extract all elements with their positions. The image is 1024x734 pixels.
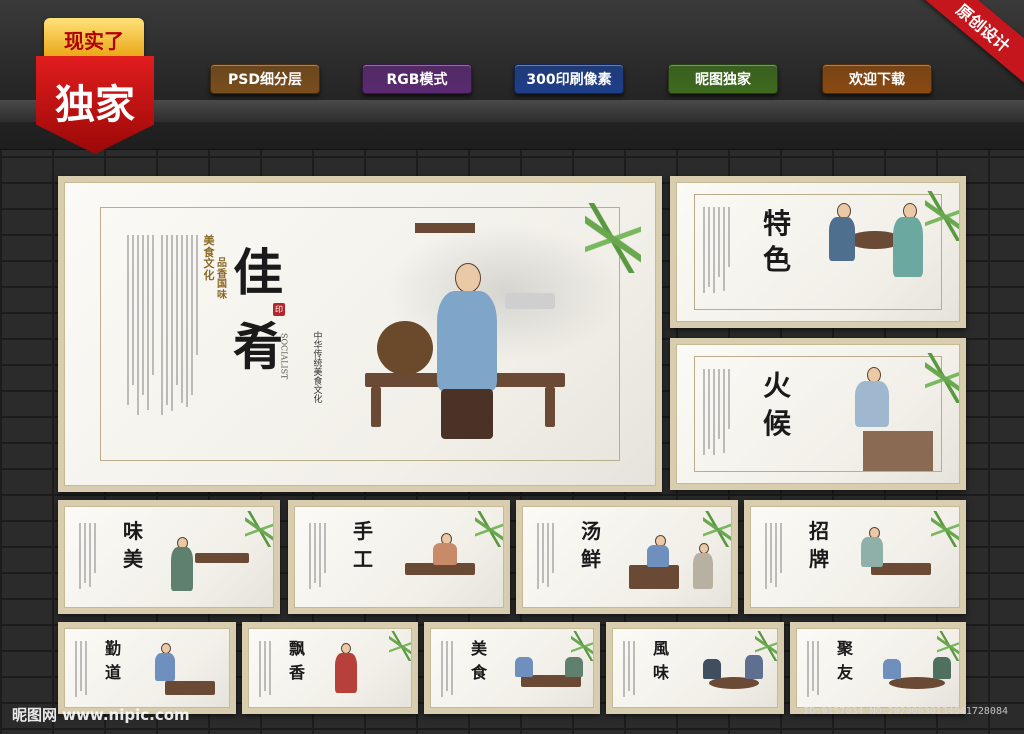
panel-huohou: 火 候 <box>670 338 966 490</box>
panel-juyou: 聚 友 <box>790 622 966 714</box>
title-mei: 美 <box>471 639 488 658</box>
bamboo-leaves <box>585 203 641 273</box>
figure-body <box>693 553 713 589</box>
panel-zhaopai: 招 牌 <box>744 500 966 614</box>
figure-body <box>745 655 763 679</box>
cook-body <box>855 381 889 427</box>
title-shou: 手 <box>353 519 373 543</box>
title-wei: 味 <box>123 519 143 543</box>
title-zhao: 招 <box>809 519 829 543</box>
title-piao: 飘 <box>289 639 306 658</box>
image-id: ID:9157034 NO:20200830134641728084 <box>803 706 1008 717</box>
figure-body <box>893 217 923 277</box>
body-text-block <box>765 523 782 593</box>
waiter-head <box>455 263 481 293</box>
panel-weimei: 味 美 <box>58 500 280 614</box>
panel-piaoxiang: 飘 香 <box>242 622 418 714</box>
teacups <box>505 293 555 309</box>
panel-tese: 特 色 <box>670 176 966 328</box>
figure-body <box>861 537 883 567</box>
panel-tangxian: 汤 鲜 <box>516 500 738 614</box>
title-tang: 汤 <box>581 519 601 543</box>
body-text-block <box>75 641 87 701</box>
body-text-block <box>703 369 730 459</box>
body-text-block <box>537 523 554 593</box>
tag-psd: PSD细分层 <box>210 64 320 94</box>
bamboo-leaves <box>925 353 959 403</box>
figure-body <box>171 547 193 591</box>
body-text-block <box>441 641 453 701</box>
table <box>195 553 249 563</box>
title-ju: 聚 <box>837 639 854 658</box>
tag-download: 欢迎下载 <box>822 64 932 94</box>
body-text-block <box>623 641 635 701</box>
table-leg <box>545 387 555 427</box>
title-yao: 肴 <box>233 317 283 376</box>
table <box>165 681 215 695</box>
badge-top: 现实了 <box>44 18 144 60</box>
title-pai: 牌 <box>809 547 829 571</box>
red-seal: 印 <box>273 303 285 316</box>
body-text-block <box>807 641 819 701</box>
figure-body <box>829 217 855 261</box>
title-gong: 工 <box>353 547 373 571</box>
tray <box>415 223 475 233</box>
title-jia: 佳 <box>233 243 283 302</box>
tag-rgb: RGB模式 <box>362 64 472 94</box>
bamboo-leaves <box>475 511 503 547</box>
title-mei: 美 <box>123 547 143 571</box>
figure-body <box>155 653 175 681</box>
title-shi: 食 <box>471 663 488 682</box>
title-te: 特 <box>763 207 792 240</box>
waiter-trousers <box>441 389 493 439</box>
title-wei: 味 <box>653 663 670 682</box>
panel-qindao: 勤 道 <box>58 622 236 714</box>
title-xian: 鲜 <box>581 547 601 571</box>
tag-nipic-exclusive: 昵图独家 <box>668 64 778 94</box>
figure-body <box>883 659 901 679</box>
figure-body <box>515 657 533 677</box>
figure-body <box>433 543 457 565</box>
bamboo-leaves <box>703 511 731 547</box>
panel-fengwei: 風 味 <box>606 622 784 714</box>
bamboo-leaves <box>245 511 273 547</box>
title-qin: 勤 <box>105 639 122 658</box>
body-text-block <box>79 523 96 593</box>
wine-jar <box>377 321 433 375</box>
figure-body <box>933 657 951 679</box>
title-se: 色 <box>763 243 792 276</box>
slogan: 中华传统美食文化 <box>311 331 322 403</box>
panel-main-jiayao: 美食文化 品香国味 佳 肴 印 SOCIALIST 中华传统美食文化 <box>58 176 662 492</box>
stove <box>863 431 933 471</box>
body-text-block <box>703 207 730 297</box>
figure-body <box>703 659 721 679</box>
side-label-2: 品香国味 <box>217 258 227 301</box>
figure-body <box>565 657 583 677</box>
body-text-block-2 <box>161 235 198 425</box>
site-watermark: 昵图网 www.nipic.com <box>12 706 190 724</box>
title-you: 友 <box>837 663 854 682</box>
panel-shougong: 手 工 <box>288 500 510 614</box>
tag-300dpi: 300印刷像素 <box>514 64 624 94</box>
waiter-body <box>437 291 497 391</box>
bamboo-leaves <box>925 191 959 241</box>
title-huo: 火 <box>763 369 792 402</box>
figure-body <box>335 653 357 693</box>
body-text-block <box>259 641 271 701</box>
panel-meishi: 美 食 <box>424 622 600 714</box>
title-xiang: 香 <box>289 663 306 682</box>
figure-body <box>647 545 669 567</box>
table-leg <box>371 387 381 427</box>
body-text-block <box>309 523 326 593</box>
title-feng: 風 <box>653 639 670 658</box>
english-label: SOCIALIST <box>279 333 289 380</box>
body-text-block <box>127 235 154 425</box>
bamboo-leaves <box>931 511 959 547</box>
stove <box>629 565 679 589</box>
title-hou: 候 <box>763 407 792 440</box>
bamboo-leaves <box>389 631 411 661</box>
title-dao: 道 <box>105 663 122 682</box>
